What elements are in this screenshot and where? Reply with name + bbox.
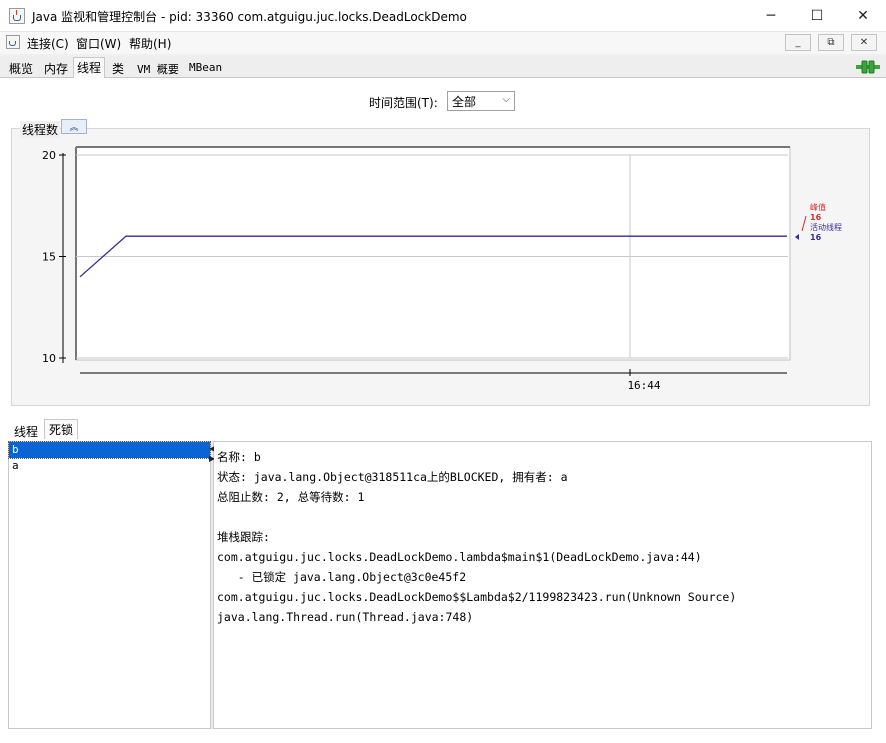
list-item[interactable]: a bbox=[9, 458, 210, 474]
legend-live-marker bbox=[795, 234, 799, 240]
detail-state-line: 状态: java.lang.Object@318511ca上的BLOCKED, … bbox=[217, 470, 568, 484]
legend-live-value: 16 bbox=[810, 233, 822, 242]
deadlock-thread-list: b a bbox=[8, 441, 211, 729]
legend-peak-label: 峰值 bbox=[810, 202, 826, 212]
thread-detail-pane: 名称: b 状态: java.lang.Object@318511ca上的BLO… bbox=[214, 441, 872, 729]
tab-deadlock[interactable]: 死锁 bbox=[44, 419, 79, 439]
plot-area bbox=[75, 146, 791, 361]
stack-frame: com.atguigu.juc.locks.DeadLockDemo.lambd… bbox=[217, 550, 702, 564]
x-tick-label: 16:44 bbox=[627, 379, 660, 392]
tab-thread-list[interactable]: 线程 bbox=[10, 422, 42, 441]
stack-frame: com.atguigu.juc.locks.DeadLockDemo$$Lamb… bbox=[217, 590, 737, 604]
legend-live-label: 活动线程 bbox=[810, 222, 842, 232]
legend-peak-connector bbox=[801, 215, 807, 232]
detail-blank-line bbox=[217, 507, 868, 527]
y-tick-label: 10 bbox=[42, 352, 56, 365]
detail-counts-line: 总阻止数: 2, 总等待数: 1 bbox=[217, 490, 365, 504]
list-item[interactable]: b bbox=[8, 441, 211, 459]
stack-frame-lock: - 已锁定 java.lang.Object@3c0e45f2 bbox=[217, 570, 467, 584]
detail-stack-header: 堆栈跟踪: bbox=[217, 530, 270, 544]
y-tick-label: 20 bbox=[42, 149, 56, 162]
y-tick-label: 15 bbox=[42, 251, 56, 264]
stack-frame: java.lang.Thread.run(Thread.java:748) bbox=[217, 610, 474, 624]
legend-peak-value: 16 bbox=[810, 213, 822, 222]
detail-name-line: 名称: b bbox=[217, 450, 261, 464]
